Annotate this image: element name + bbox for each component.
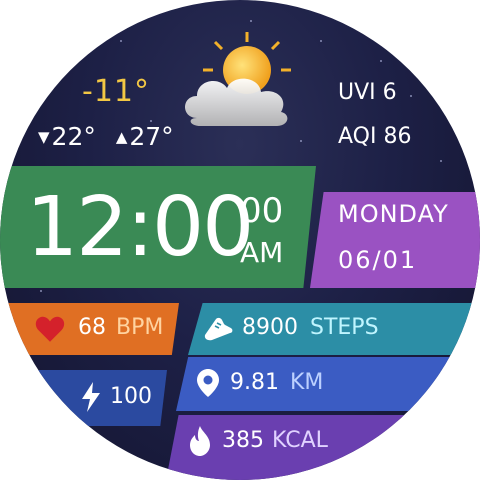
shoe-icon xyxy=(204,317,233,341)
star xyxy=(40,290,42,292)
heart-icon xyxy=(35,316,65,342)
calories-value: 385 xyxy=(222,428,264,453)
lightning-icon xyxy=(82,382,100,412)
calories-unit: KCAL xyxy=(272,428,328,453)
uv-index: UVI 6 xyxy=(338,80,397,105)
time-hours-minutes: 12:00 xyxy=(26,180,254,275)
star xyxy=(380,60,382,62)
steps-value: 8900 xyxy=(242,315,298,340)
distance-unit: KM xyxy=(290,370,324,395)
up-triangle-icon: ▲ xyxy=(115,128,128,146)
heart-rate-unit: BPM xyxy=(116,315,164,340)
star xyxy=(300,140,302,142)
star xyxy=(120,40,122,42)
air-quality-index: AQI 86 xyxy=(338,124,412,149)
star xyxy=(410,95,412,97)
down-triangle-icon: ▼ xyxy=(38,128,50,146)
distance-panel xyxy=(176,357,480,411)
date-value: 06/01 xyxy=(338,246,418,274)
temperature-range: ▼22° ▲27° xyxy=(38,122,174,151)
battery-value: 100 xyxy=(110,384,152,409)
high-temperature: 27° xyxy=(129,122,174,151)
day-of-week: MONDAY xyxy=(338,200,449,228)
time-seconds: 00 xyxy=(240,191,284,231)
time-ampm: AM xyxy=(240,236,284,269)
distance-value: 9.81 xyxy=(230,370,279,395)
star xyxy=(250,20,252,22)
partly-cloudy-icon xyxy=(185,32,291,126)
watch-face: -11° ▼22° ▲27° UVI 6 AQI 86 12:00 00 AM … xyxy=(0,0,480,480)
heart-rate-value: 68 xyxy=(78,315,106,340)
flame-icon xyxy=(190,426,210,456)
star xyxy=(320,40,322,42)
location-pin-icon xyxy=(197,369,219,397)
steps-unit: STEPS xyxy=(310,315,379,340)
star xyxy=(440,160,442,162)
low-temperature: 22° xyxy=(51,122,96,151)
star xyxy=(60,60,62,62)
current-temperature: -11° xyxy=(82,74,150,109)
